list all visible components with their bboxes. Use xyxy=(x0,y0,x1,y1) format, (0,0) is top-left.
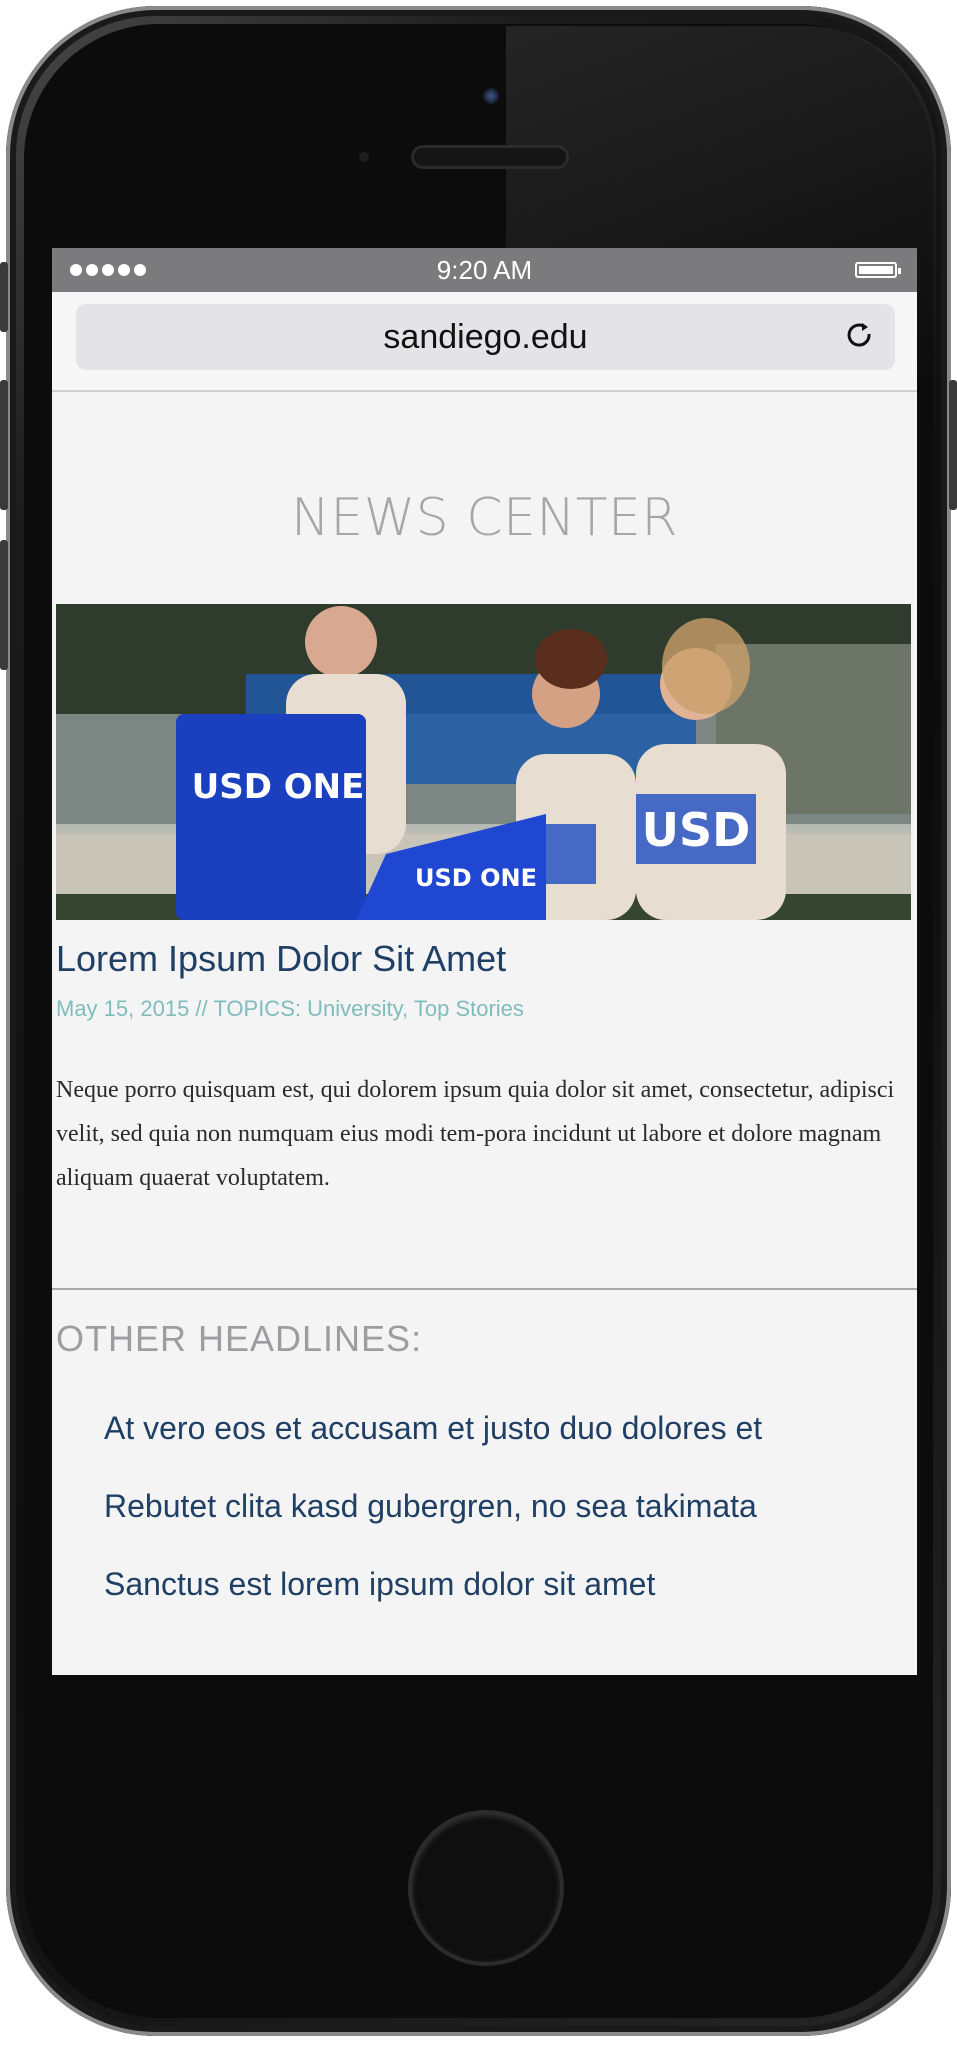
url-text: sandiego.edu xyxy=(383,318,588,356)
other-headlines-heading: OTHER HEADLINES: xyxy=(56,1318,423,1359)
section-divider xyxy=(52,1288,917,1290)
featured-headline[interactable]: Lorem Ipsum Dolor Sit Amet xyxy=(56,938,506,980)
status-bar: 9:20 AM xyxy=(52,248,917,292)
front-camera xyxy=(483,88,499,104)
bag-print-small: USD ONE xyxy=(415,864,537,892)
proximity-sensor xyxy=(359,152,369,162)
headline-link[interactable]: Rebutet clita kasd gubergren, no sea tak… xyxy=(104,1486,762,1564)
headline-link[interactable]: At vero eos et accusam et justo duo dolo… xyxy=(104,1408,762,1486)
address-bar[interactable]: sandiego.edu xyxy=(76,304,895,370)
page-content: NEWS CENTER USD ONE USD ONE USD Lorem Ip… xyxy=(52,488,917,1602)
home-button[interactable] xyxy=(412,1814,560,1962)
browser-toolbar: sandiego.edu xyxy=(52,292,917,392)
headline-link[interactable]: Sanctus est lorem ipsum dolor sit amet xyxy=(104,1564,762,1642)
featured-summary: Neque porro quisquam est, qui dolorem ip… xyxy=(56,1077,895,1191)
earpiece-speaker xyxy=(414,148,566,166)
featured-image[interactable]: USD ONE USD ONE USD xyxy=(56,604,911,920)
mute-switch[interactable] xyxy=(0,262,8,332)
page-title: NEWS CENTER xyxy=(290,488,679,548)
other-headlines-list: At vero eos et accusam et justo duo dolo… xyxy=(104,1408,762,1642)
reload-icon[interactable] xyxy=(845,304,877,392)
bag-print-large: USD ONE xyxy=(192,767,365,807)
status-time: 9:20 AM xyxy=(436,255,533,285)
featured-meta: May 15, 2015 // TOPICS: University, Top … xyxy=(56,996,524,1021)
power-button[interactable] xyxy=(949,380,957,510)
volume-down-button[interactable] xyxy=(0,540,8,670)
battery-icon xyxy=(855,262,901,278)
shirt-print: USD xyxy=(642,803,751,857)
volume-up-button[interactable] xyxy=(0,380,8,510)
phone-screen: 9:20 AM sandiego.edu NEWS CENTER USD ONE… xyxy=(52,248,917,1675)
